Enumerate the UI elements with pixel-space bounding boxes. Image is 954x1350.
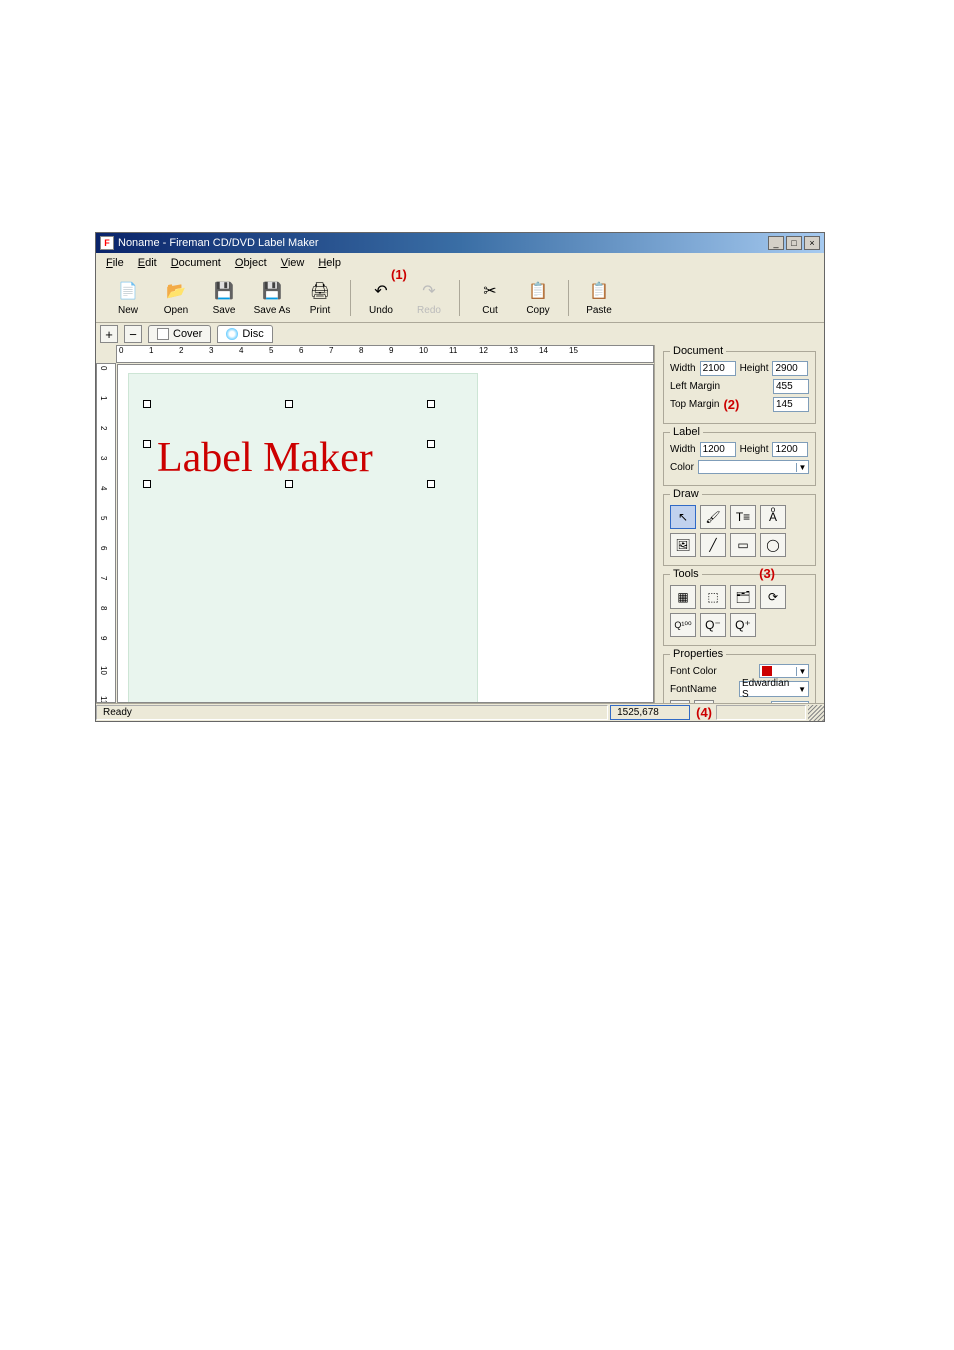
undo-icon: ↶	[369, 279, 393, 303]
disc-icon	[226, 328, 238, 340]
properties-group: Properties Font Color▼ FontNameEdwardian…	[663, 654, 816, 703]
saveas-icon: 💾	[260, 279, 284, 303]
rotate-tool[interactable]: ⟳	[760, 585, 786, 609]
callout-3: (3)	[759, 566, 775, 581]
tools-group: Tools (3) ▦ ⬚ 🗂 ⟳ Q¹⁰⁰ Q⁻ Q⁺	[663, 574, 816, 646]
tab-cover[interactable]: Cover	[148, 325, 211, 343]
zoom-in-tool[interactable]: Q⁺	[730, 613, 756, 637]
select-tool[interactable]: ↖	[670, 505, 696, 529]
open-icon: 📂	[164, 279, 188, 303]
print-icon: 🖨	[308, 279, 332, 303]
status-ready: Ready	[96, 705, 608, 720]
menu-view[interactable]: View	[275, 255, 311, 271]
vertical-ruler: 01234567891011	[96, 363, 116, 703]
order-tool[interactable]: 🗂	[730, 585, 756, 609]
callout-4: (4)	[696, 705, 712, 720]
close-button[interactable]: ×	[804, 236, 820, 250]
status-empty	[716, 705, 806, 720]
paste-button[interactable]: 📋Paste	[575, 276, 623, 320]
callout-2: (2)	[723, 397, 739, 412]
label-page: Label Maker	[128, 373, 478, 703]
new-button[interactable]: 📄New	[104, 276, 152, 320]
toolbar-separator	[459, 280, 460, 316]
zoom-in-button[interactable]: +	[100, 325, 118, 343]
new-icon: 📄	[116, 279, 140, 303]
print-button[interactable]: 🖨Print	[296, 276, 344, 320]
ellipse-tool[interactable]: ◯	[760, 533, 786, 557]
line-tool[interactable]: ╱	[700, 533, 726, 557]
menu-file[interactable]: File	[100, 255, 130, 271]
app-window: F Noname - Fireman CD/DVD Label Maker _ …	[95, 232, 825, 722]
statusbar: Ready 1525,678 (4)	[96, 703, 824, 721]
cut-icon: ✂	[478, 279, 502, 303]
align-tool[interactable]: ▦	[670, 585, 696, 609]
selected-text-object[interactable]: Label Maker	[147, 404, 437, 504]
status-coords: 1525,678	[610, 705, 690, 720]
zoom-out-tool[interactable]: Q⁻	[700, 613, 726, 637]
resize-grip[interactable]	[808, 705, 824, 721]
minimize-button[interactable]: _	[768, 236, 784, 250]
toolbar: 📄New 📂Open 💾Save 💾Save As 🖨Print ↶Undo ↷…	[96, 273, 824, 323]
label-group: Label WidthHeight Color▼	[663, 432, 816, 486]
tabstrip: + − Cover Disc	[96, 323, 824, 345]
image-tool[interactable]: 🖼	[670, 533, 696, 557]
label-color-picker[interactable]: ▼	[698, 460, 809, 474]
group-tool[interactable]: ⬚	[700, 585, 726, 609]
top-margin-input[interactable]	[773, 397, 809, 412]
open-button[interactable]: 📂Open	[152, 276, 200, 320]
titlebar: F Noname - Fireman CD/DVD Label Maker _ …	[96, 233, 824, 253]
label-height-input[interactable]	[772, 442, 808, 457]
horizontal-ruler: 0123456789101112131415	[116, 345, 654, 363]
doc-height-input[interactable]	[772, 361, 808, 376]
doc-width-input[interactable]	[700, 361, 736, 376]
draw-group: Draw ↖ 🖌 T≡ Aͦ 🖼 ╱ ▭ ◯	[663, 494, 816, 566]
menu-edit[interactable]: Edit	[132, 255, 163, 271]
canvas[interactable]: Label Maker	[117, 364, 654, 703]
menu-document[interactable]: Document	[165, 255, 227, 271]
maximize-button[interactable]: □	[786, 236, 802, 250]
copy-button[interactable]: 📋Copy	[514, 276, 562, 320]
right-panel: Document WidthHeight Left Margin Top Mar…	[654, 345, 824, 703]
undo-button[interactable]: ↶Undo	[357, 276, 405, 320]
left-margin-input[interactable]	[773, 379, 809, 394]
copy-icon: 📋	[526, 279, 550, 303]
font-name-select[interactable]: Edwardian S▼	[739, 681, 809, 697]
document-group: Document WidthHeight Left Margin Top Mar…	[663, 351, 816, 424]
label-width-input[interactable]	[700, 442, 736, 457]
redo-button[interactable]: ↷Redo	[405, 276, 453, 320]
saveas-button[interactable]: 💾Save As	[248, 276, 296, 320]
zoom-100-tool[interactable]: Q¹⁰⁰	[670, 613, 696, 637]
font-color-picker[interactable]: ▼	[759, 664, 809, 678]
canvas-text-label: Label Maker	[157, 434, 373, 482]
paste-icon: 📋	[587, 279, 611, 303]
workarea: 0123456789101112131415 01234567891011 L	[96, 345, 654, 703]
menu-object[interactable]: Object	[229, 255, 273, 271]
save-icon: 💾	[212, 279, 236, 303]
menubar: File Edit Document Object View Help	[96, 253, 824, 273]
zoom-out-button[interactable]: −	[124, 325, 142, 343]
arc-text-tool[interactable]: Aͦ	[760, 505, 786, 529]
window-title: Noname - Fireman CD/DVD Label Maker	[118, 237, 768, 249]
menu-help[interactable]: Help	[312, 255, 347, 271]
app-icon: F	[100, 236, 114, 250]
tab-disc[interactable]: Disc	[217, 325, 272, 343]
cut-button[interactable]: ✂Cut	[466, 276, 514, 320]
text-tool[interactable]: T≡	[730, 505, 756, 529]
toolbar-separator	[350, 280, 351, 316]
toolbar-separator	[568, 280, 569, 316]
save-button[interactable]: 💾Save	[200, 276, 248, 320]
redo-icon: ↷	[417, 279, 441, 303]
cover-icon	[157, 328, 169, 340]
rect-tool[interactable]: ▭	[730, 533, 756, 557]
brush-tool[interactable]: 🖌	[700, 505, 726, 529]
